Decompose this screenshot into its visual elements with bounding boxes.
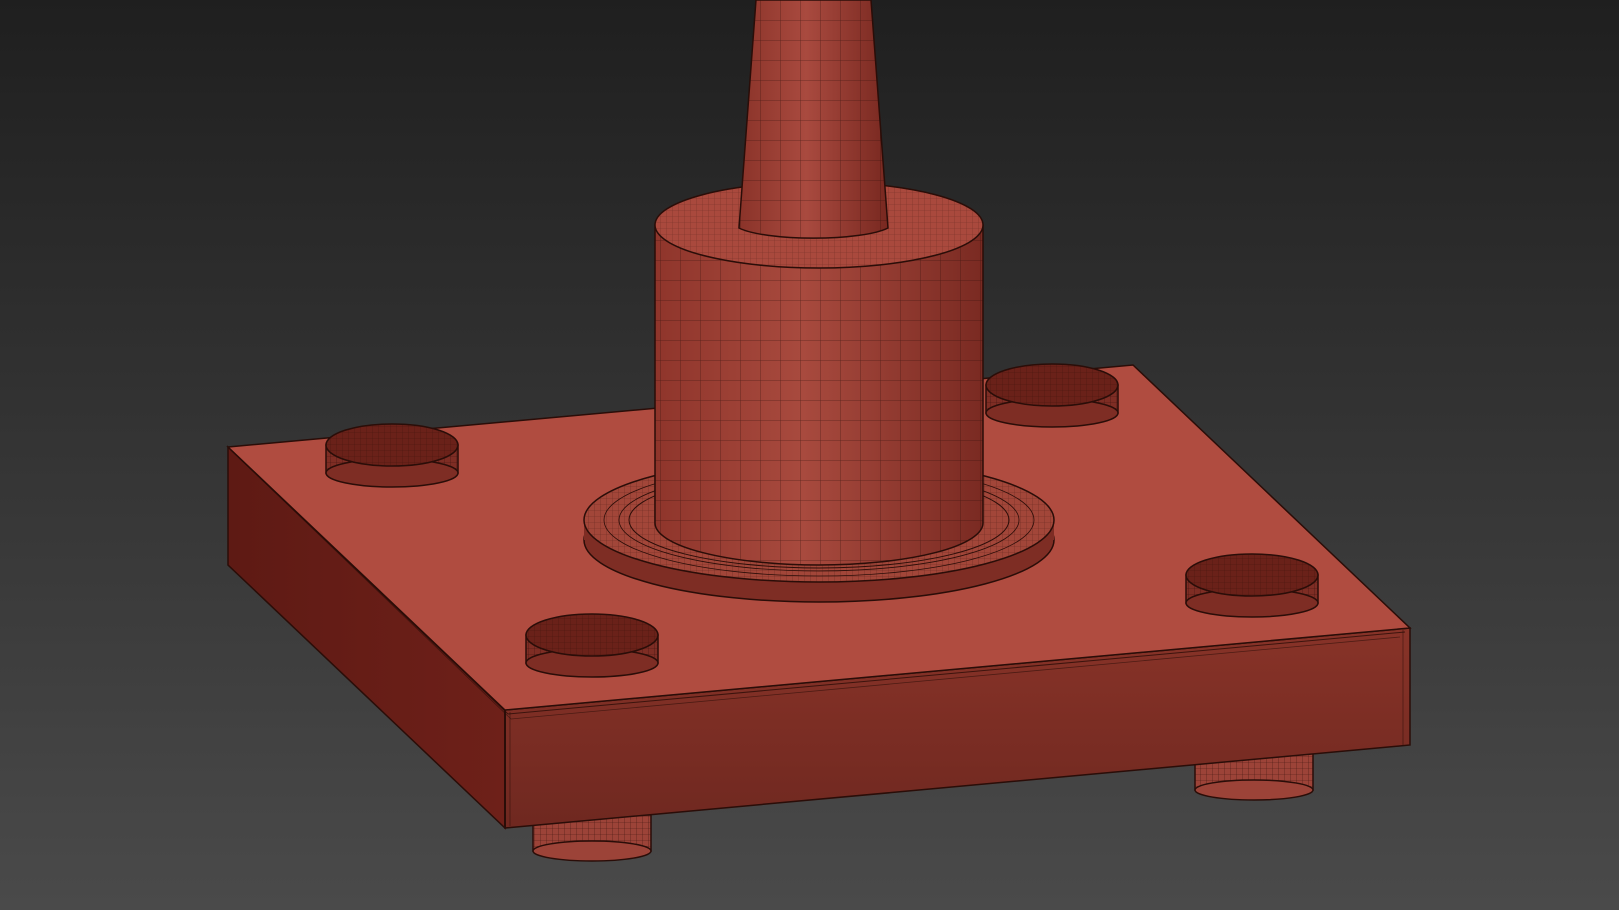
bolt-head-front-left[interactable] [525, 613, 659, 678]
tapered-pole[interactable] [738, 0, 889, 239]
column[interactable] [654, 181, 984, 566]
3d-viewport[interactable] [0, 0, 1619, 910]
bolt-head-back-right[interactable] [985, 363, 1119, 428]
bolt-head-front-right[interactable] [1185, 553, 1319, 618]
viewport-canvas[interactable] [0, 0, 1619, 910]
bolt-head-back-left[interactable] [325, 423, 459, 488]
